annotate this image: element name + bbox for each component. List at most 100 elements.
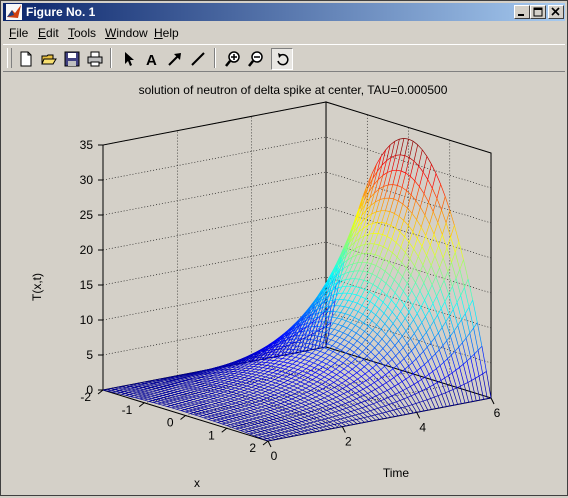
mesh-line-t — [266, 375, 270, 377]
mesh-line-t — [266, 421, 270, 422]
mesh-line-t — [261, 406, 265, 407]
mesh-line-x — [246, 383, 251, 384]
mesh-line-x — [256, 375, 261, 376]
mesh-line-t — [284, 415, 288, 416]
mesh-line-x — [314, 363, 319, 365]
insert-line-button[interactable] — [187, 48, 209, 70]
mesh-line-x — [351, 323, 356, 326]
mesh-line-x — [266, 395, 271, 397]
mesh-line-t — [204, 392, 208, 393]
mesh-line-x — [405, 253, 410, 259]
mesh-line-t — [273, 402, 277, 403]
close-button[interactable] — [548, 5, 564, 19]
mesh-line-t — [426, 327, 430, 332]
mesh-line-x — [386, 223, 391, 225]
mesh-line-t — [206, 386, 210, 387]
mesh-line-t — [150, 393, 154, 394]
toolbar-grip[interactable] — [7, 48, 12, 68]
mesh-line-x — [254, 380, 259, 381]
mesh-line-t — [284, 397, 288, 399]
mesh-line-x — [242, 385, 247, 386]
edit-plot-button[interactable] — [118, 48, 140, 70]
mesh-line-t — [353, 420, 357, 421]
title-bar[interactable]: Figure No. 1 — [3, 3, 565, 21]
mesh-line-x — [213, 421, 218, 423]
minimize-button[interactable] — [514, 5, 530, 19]
mesh-line-t — [262, 409, 266, 410]
open-file-button[interactable] — [38, 48, 60, 70]
mesh-line-x — [339, 411, 344, 414]
mesh-line-t — [468, 380, 472, 382]
mesh-line-x — [236, 429, 241, 431]
mesh-line-x — [385, 211, 390, 212]
mesh-line-t — [460, 384, 464, 386]
mesh-line-t — [466, 333, 470, 338]
mesh-line-x — [230, 399, 235, 400]
mesh-line-x — [252, 416, 257, 418]
menu-tools[interactable]: Tools — [68, 26, 96, 40]
mesh-line-t — [268, 369, 272, 371]
mesh-line-x — [410, 326, 415, 334]
menu-file[interactable]: File — [9, 26, 28, 40]
mesh-line-x — [459, 242, 464, 260]
mesh-line-t — [387, 340, 391, 345]
mesh-line-t — [452, 278, 456, 286]
mesh-line-t — [264, 427, 268, 428]
mesh-line-x — [227, 403, 232, 405]
mesh-line-x — [198, 390, 203, 391]
rotate-3d-button[interactable] — [271, 48, 293, 70]
mesh-line-x — [212, 407, 217, 409]
mesh-line-x — [302, 347, 307, 348]
mesh-line-t — [335, 300, 339, 306]
mesh-line-x — [334, 425, 339, 428]
zoom-out-button[interactable] — [245, 48, 267, 70]
mesh-line-t — [188, 405, 192, 406]
mesh-line-x — [401, 408, 406, 415]
mesh-line-x — [192, 397, 197, 398]
menu-help[interactable]: Help — [154, 26, 179, 40]
menu-edit[interactable]: Edit — [38, 26, 59, 40]
mesh-line-t — [341, 340, 345, 344]
mesh-line-x — [164, 398, 169, 399]
mesh-line-x — [172, 408, 177, 409]
menu-window[interactable]: Window — [105, 26, 148, 40]
mesh-line-t — [176, 408, 180, 409]
mesh-line-t — [264, 387, 268, 389]
mesh-line-x — [262, 434, 267, 436]
mesh-line-t — [161, 381, 165, 382]
mesh-line-x — [441, 380, 446, 392]
print-button[interactable] — [84, 48, 106, 70]
mesh-line-x — [249, 408, 254, 410]
maximize-button[interactable] — [530, 5, 546, 19]
mesh-line-t — [181, 399, 185, 400]
mesh-line-x — [230, 411, 235, 413]
mesh-line-t — [366, 344, 370, 348]
mesh-line-x — [297, 365, 302, 367]
surface-plot[interactable]: solution of neutron of delta spike at ce… — [3, 73, 565, 493]
mesh-line-x — [383, 235, 388, 237]
mesh-line-t — [359, 314, 363, 320]
save-button[interactable] — [61, 48, 83, 70]
mesh-line-t — [362, 407, 366, 408]
mesh-line-t — [163, 386, 167, 387]
mesh-line-t — [228, 392, 232, 393]
new-figure-button[interactable] — [15, 48, 37, 70]
mesh-line-t — [342, 404, 346, 405]
mesh-line-t — [225, 420, 229, 421]
mesh-line-t — [173, 399, 177, 400]
mesh-line-x — [267, 427, 272, 429]
mesh-line-t — [189, 387, 193, 388]
mesh-line-t — [166, 391, 170, 392]
mesh-line-x — [309, 382, 314, 384]
zoom-in-button[interactable] — [222, 48, 244, 70]
mesh-line-x — [369, 399, 374, 403]
mesh-line-t — [204, 395, 208, 396]
mesh-line-t — [272, 416, 276, 417]
mesh-line-x — [358, 409, 363, 413]
mesh-line-t — [314, 386, 318, 388]
mesh-line-x — [382, 223, 387, 224]
insert-arrow-button[interactable] — [164, 48, 186, 70]
mesh-line-t — [437, 289, 441, 297]
insert-text-button[interactable]: A — [141, 48, 163, 70]
mesh-line-t — [414, 145, 418, 161]
